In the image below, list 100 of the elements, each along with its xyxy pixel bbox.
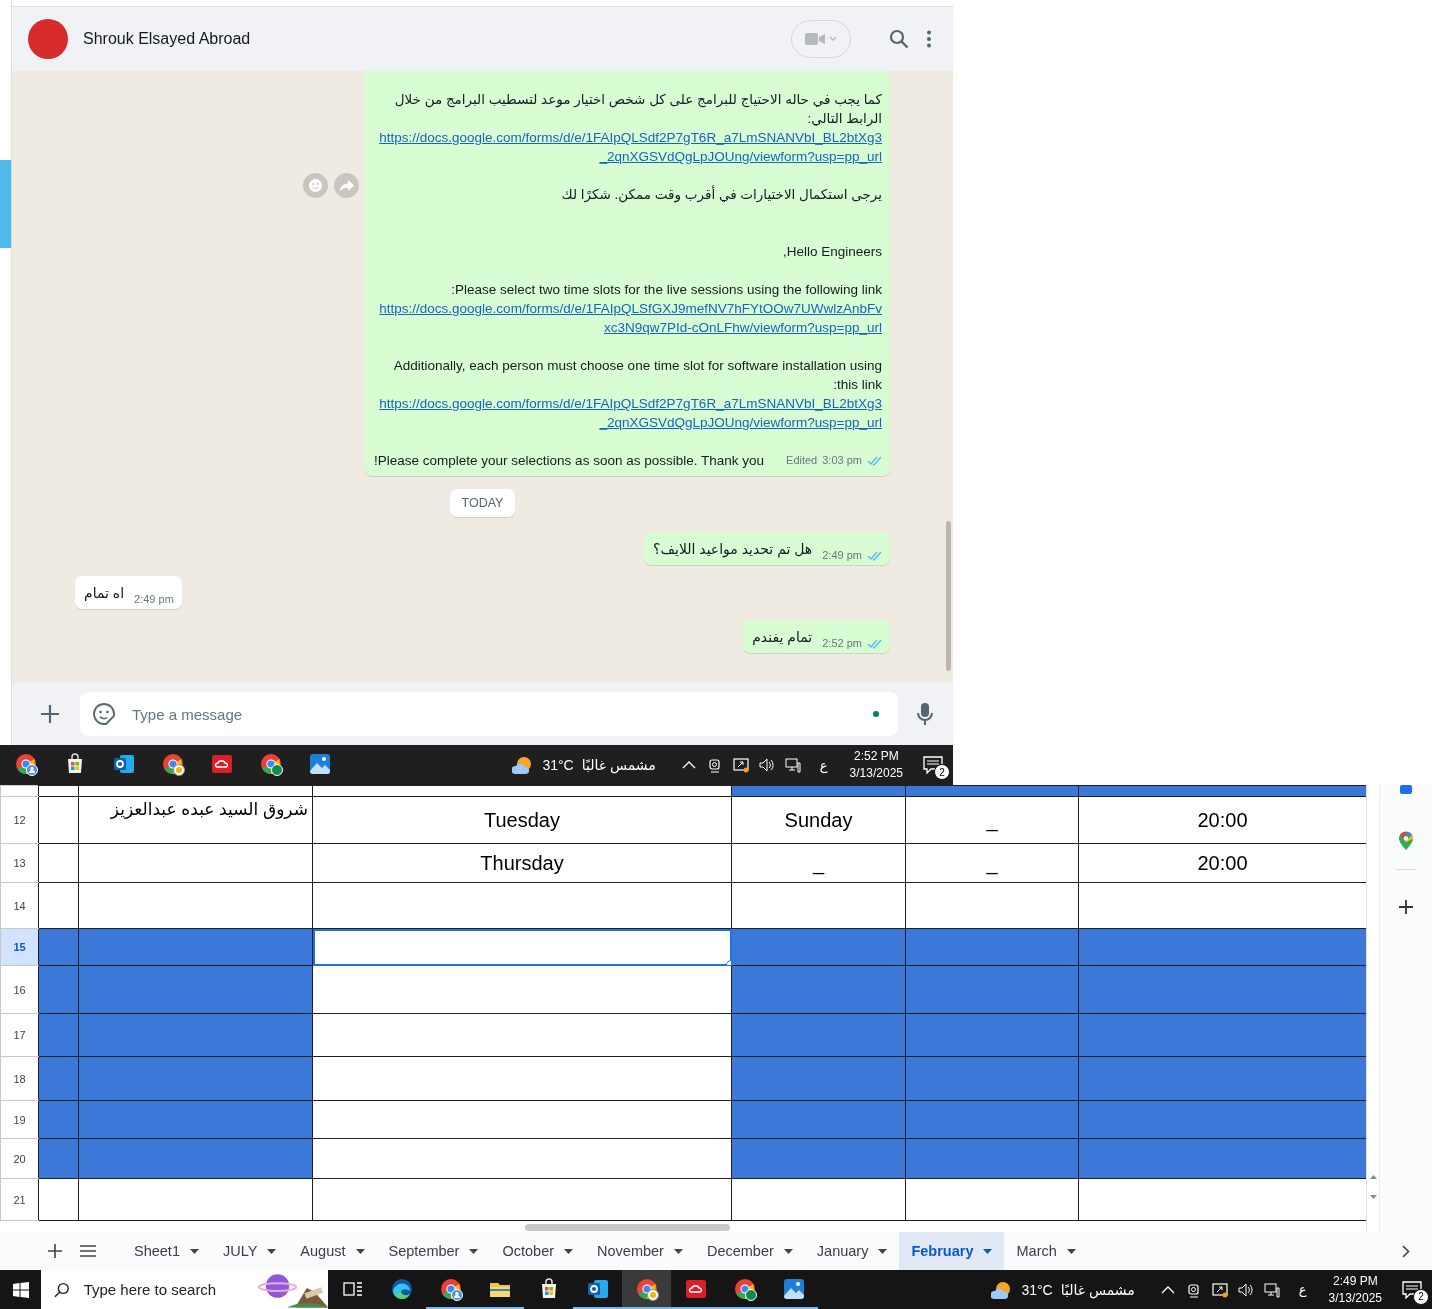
scrollbar[interactable]: [525, 1223, 730, 1231]
table-cell[interactable]: [312, 1056, 732, 1101]
notifications-icon[interactable]: [1402, 1280, 1422, 1299]
row-header[interactable]: 21: [0, 1178, 39, 1221]
table-cell[interactable]: [78, 1056, 313, 1101]
map-pin-icon[interactable]: [1398, 831, 1414, 851]
table-cell[interactable]: [905, 1056, 1079, 1101]
avatar[interactable]: [28, 19, 68, 59]
plus-icon[interactable]: [1399, 900, 1413, 914]
message-link[interactable]: https://docs.google.com/forms/d/e/1FAIpQLSdf2P7gT6R_a7LmSNANVbI_BL2btXg3_2qnXGSVdQgLpJOUng/viewform?usp=pp_url: [374, 394, 882, 432]
keyboard-language[interactable]: ع: [819, 757, 828, 773]
network-icon[interactable]: [1263, 1281, 1280, 1298]
camera-icon[interactable]: [706, 757, 723, 773]
table-cell[interactable]: [905, 1100, 1079, 1139]
table-cell[interactable]: [731, 928, 906, 966]
network-icon[interactable]: [784, 757, 801, 773]
table-cell[interactable]: _: [905, 796, 1079, 844]
temperature[interactable]: 31°C: [1021, 1281, 1053, 1298]
table-cell[interactable]: [78, 882, 313, 929]
row-header[interactable]: 18: [0, 1056, 39, 1101]
table-cell[interactable]: [731, 785, 906, 797]
table-cell[interactable]: _: [905, 843, 1079, 883]
table-cell[interactable]: [905, 1178, 1079, 1221]
add-sheet-icon[interactable]: [48, 1244, 62, 1258]
table-cell[interactable]: [731, 1178, 906, 1221]
table-cell[interactable]: [731, 1056, 906, 1101]
table-cell[interactable]: [78, 1100, 313, 1139]
weather-condition[interactable]: مشمس غالبًا: [1060, 1281, 1135, 1298]
volume-icon[interactable]: [1237, 1281, 1254, 1298]
table-cell[interactable]: [38, 882, 79, 929]
row-header[interactable]: 15: [0, 928, 39, 966]
table-cell[interactable]: [38, 796, 79, 844]
table-cell[interactable]: [731, 965, 906, 1014]
sheet-tab[interactable]: Sheet1: [122, 1232, 211, 1270]
sheet-tab[interactable]: September: [376, 1232, 491, 1270]
weather-condition[interactable]: مشمس غالبًا: [581, 757, 656, 773]
sync-icon[interactable]: [1211, 1281, 1228, 1298]
camera-icon[interactable]: [1185, 1281, 1202, 1298]
table-cell[interactable]: [1078, 785, 1367, 797]
table-cell[interactable]: [312, 785, 732, 797]
row-header[interactable]: 17: [0, 1013, 39, 1057]
notifications-icon[interactable]: [923, 756, 943, 774]
row-header[interactable]: 13: [0, 843, 39, 883]
row-header[interactable]: 14: [0, 882, 39, 929]
table-cell[interactable]: [731, 882, 906, 929]
table-cell[interactable]: [38, 1013, 79, 1057]
table-cell[interactable]: [78, 1178, 313, 1221]
message-field[interactable]: Type a message: [80, 692, 898, 736]
message-link[interactable]: https://docs.google.com/forms/d/e/1FAIpQLSdf2P7gT6R_a7LmSNANVbI_BL2btXg3_2qnXGSVdQgLpJOUng/viewform?usp=pp_url: [374, 128, 882, 166]
clock[interactable]: 2:52 PM 3/13/2025: [849, 748, 903, 782]
table-cell[interactable]: [905, 785, 1079, 797]
table-cell[interactable]: [905, 1138, 1079, 1179]
table-cell[interactable]: [78, 928, 313, 966]
table-cell[interactable]: [905, 1013, 1079, 1057]
table-cell[interactable]: [731, 1100, 906, 1139]
microphone-icon[interactable]: [917, 702, 933, 726]
table-cell[interactable]: Sunday: [731, 796, 906, 844]
volume-icon[interactable]: [758, 757, 775, 773]
sheet-tab[interactable]: August: [288, 1232, 377, 1270]
table-cell[interactable]: [38, 1138, 79, 1179]
sheet-tab[interactable]: January: [804, 1232, 900, 1270]
table-cell[interactable]: Tuesday: [312, 796, 732, 844]
search-icon[interactable]: [889, 29, 909, 49]
table-cell[interactable]: [312, 965, 732, 1014]
sticker-icon[interactable]: [92, 702, 116, 726]
table-cell[interactable]: [731, 1013, 906, 1057]
scrollbar[interactable]: [1366, 785, 1379, 1232]
table-cell[interactable]: [78, 1138, 313, 1179]
sheet-tab[interactable]: JULY: [210, 1232, 289, 1270]
table-cell[interactable]: [1078, 1056, 1367, 1101]
table-cell[interactable]: [312, 1013, 732, 1057]
sheet-tab[interactable]: October: [490, 1232, 586, 1270]
menu-icon[interactable]: [80, 1245, 96, 1257]
table-cell[interactable]: [312, 928, 732, 966]
sheet-tab[interactable]: February: [899, 1232, 1005, 1270]
table-cell[interactable]: [78, 785, 313, 797]
sheet-tab[interactable]: December: [694, 1232, 805, 1270]
temperature[interactable]: 31°C: [542, 757, 574, 773]
table-cell[interactable]: [1078, 928, 1367, 966]
table-cell[interactable]: [312, 882, 732, 929]
table-cell[interactable]: [905, 965, 1079, 1014]
sheet-tab[interactable]: March: [1004, 1232, 1088, 1270]
table-cell[interactable]: [38, 965, 79, 1014]
table-cell[interactable]: [905, 882, 1079, 929]
search-input[interactable]: Type here to search: [81, 1280, 246, 1299]
table-cell[interactable]: [78, 843, 313, 883]
table-cell[interactable]: [312, 1138, 732, 1179]
table-cell[interactable]: [38, 1056, 79, 1101]
table-cell[interactable]: [312, 1100, 732, 1139]
table-cell[interactable]: [78, 965, 313, 1014]
table-cell[interactable]: [38, 1178, 79, 1221]
table-cell[interactable]: [731, 1138, 906, 1179]
row-header[interactable]: [0, 785, 39, 797]
table-cell[interactable]: [312, 1178, 732, 1221]
table-cell[interactable]: [38, 928, 79, 966]
row-header[interactable]: 16: [0, 965, 39, 1014]
message-link[interactable]: https://docs.google.com/forms/d/e/1FAIpQLSfGXJ9mefNV7hFYtOOw7UWwlzAnbFvxc3N9qw7PId-cOnLFhw/viewform?usp=pp_url: [374, 299, 882, 337]
table-cell[interactable]: [905, 928, 1079, 966]
menu-icon[interactable]: [927, 30, 931, 48]
sync-icon[interactable]: [732, 757, 749, 773]
